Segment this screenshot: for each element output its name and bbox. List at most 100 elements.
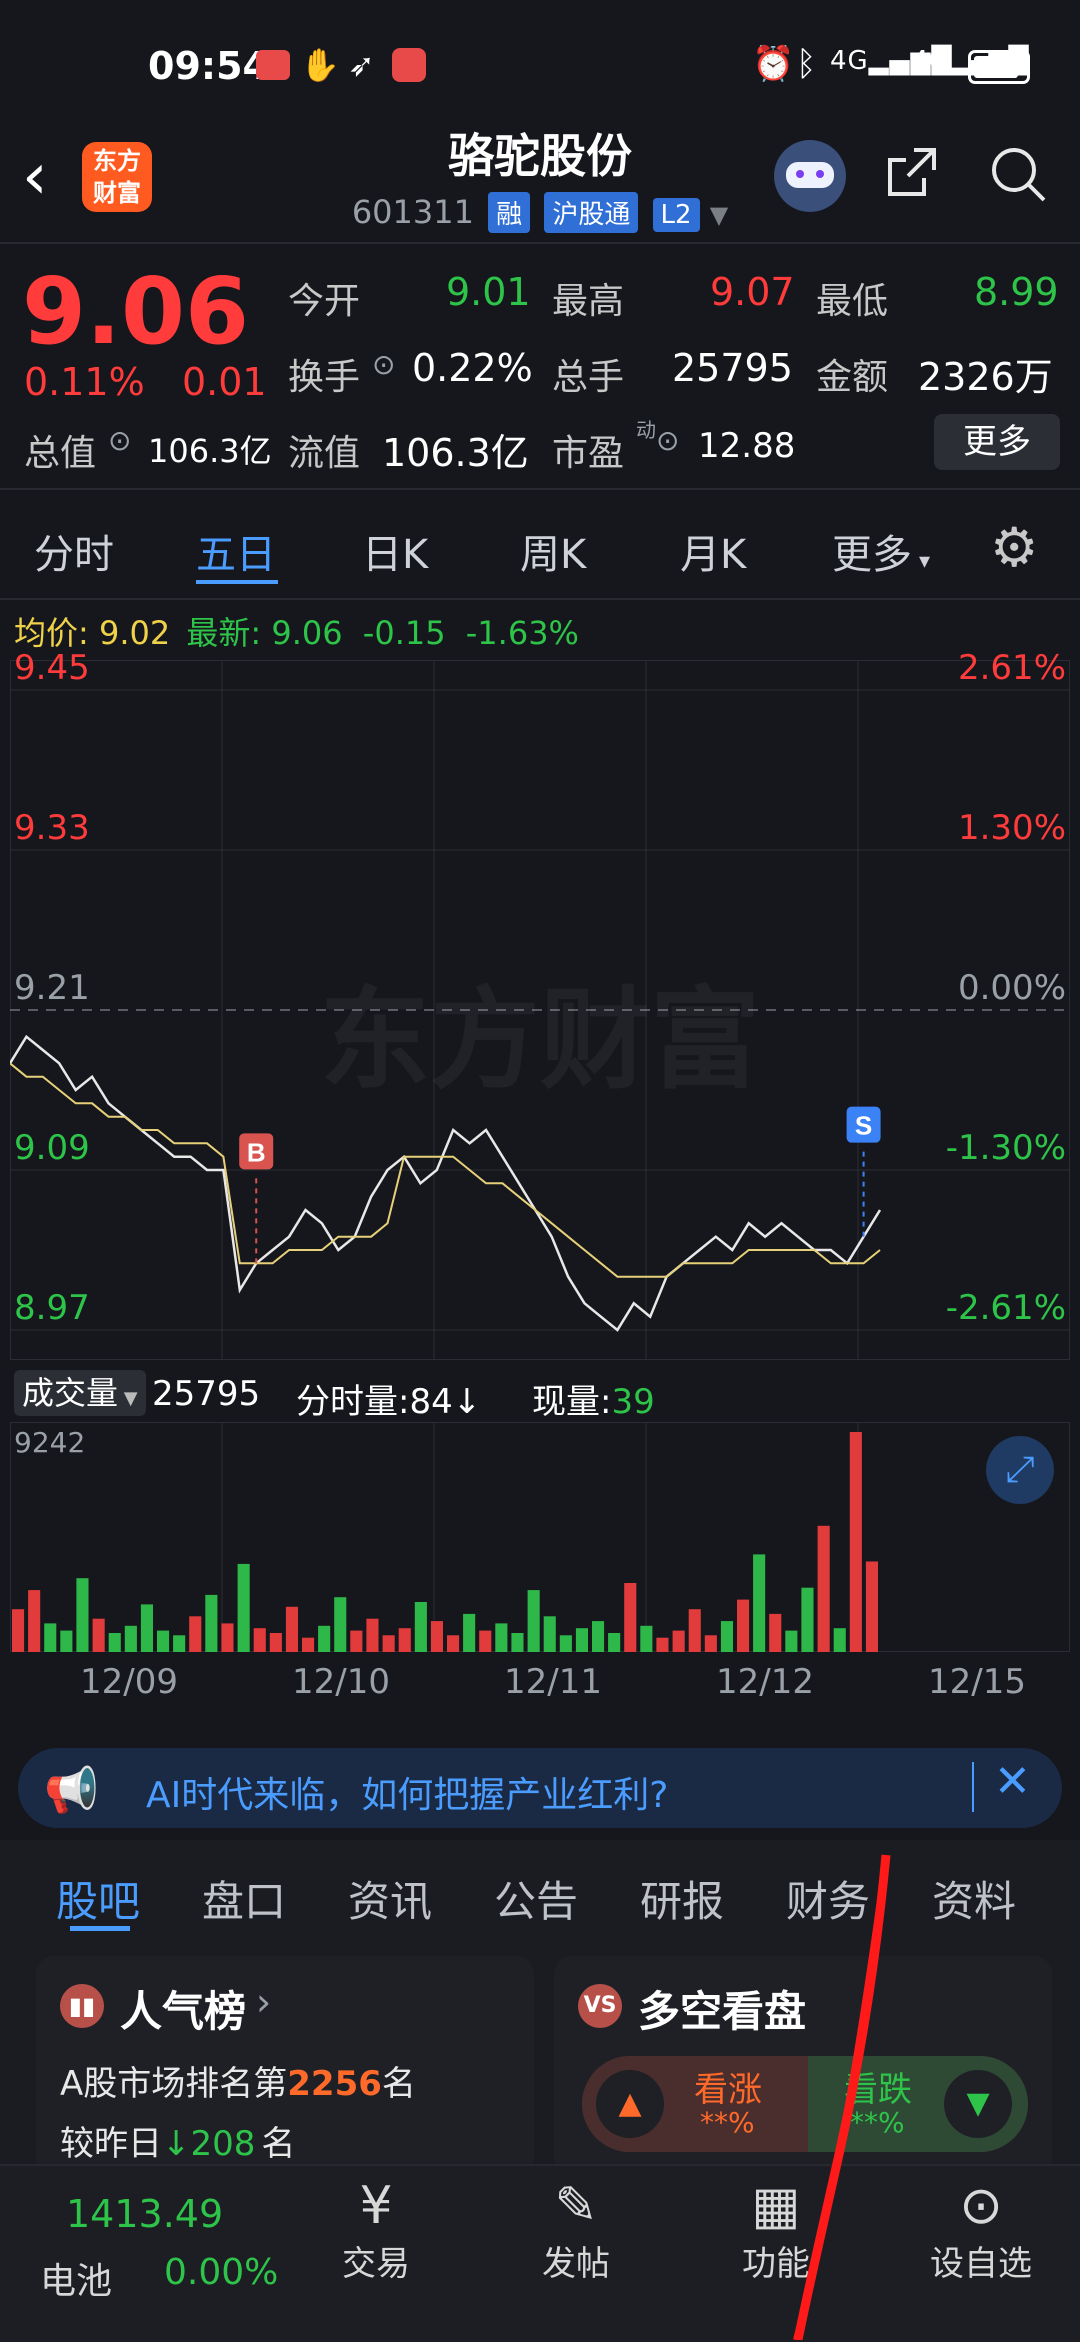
volume-value: 25795	[672, 346, 793, 390]
tab-research[interactable]: 研报	[640, 1868, 724, 1929]
rank-line: A股市场排名第2256名	[60, 2064, 416, 2104]
vs-title: 多空看盘	[638, 1987, 807, 2036]
nav-functions[interactable]: ▦ 功能	[716, 2176, 836, 2285]
volume-bar	[833, 1628, 846, 1652]
avg-label: 均价:	[14, 614, 89, 652]
robot-assistant-icon[interactable]	[774, 140, 846, 212]
volume-chart[interactable]: 9242 ⤢	[10, 1422, 1070, 1652]
volume-bar	[108, 1633, 121, 1652]
volume-bar	[366, 1618, 379, 1652]
volume-bar	[543, 1616, 556, 1652]
megaphone-icon: 📢	[44, 1765, 99, 1816]
settings-gear-icon[interactable]: ⚙	[990, 516, 1038, 579]
x-tick-label: 12/12	[716, 1662, 814, 1702]
volume-total: 25795	[152, 1374, 261, 1414]
x-tick-label: 12/15	[928, 1662, 1026, 1702]
close-icon[interactable]: ✕	[994, 1756, 1031, 1807]
popularity-card[interactable]: ▮▮ 人气榜 › A股市场排名第2256名 较昨日↓208 名	[36, 1956, 534, 2176]
volume-bar	[527, 1590, 540, 1652]
bull-bear-card[interactable]: VS 多空看盘 ▲ 看涨 **% 看跌 **% ▼	[554, 1956, 1052, 2176]
nav-functions-label: 功能	[742, 2244, 810, 2284]
tab-more[interactable]: 更多 ▾	[832, 522, 930, 580]
stock-code: 601311	[351, 193, 474, 231]
info-icon[interactable]: ⊙	[108, 424, 131, 457]
bear-vote-button[interactable]: ▼	[944, 2070, 1012, 2138]
latest-label: 最新:	[186, 614, 262, 652]
x-tick-label: 12/09	[80, 1662, 178, 1702]
volume-bar	[479, 1630, 492, 1652]
mktcap-label: 总值	[24, 433, 97, 474]
volume-bar	[704, 1635, 717, 1652]
volume-bar	[495, 1623, 508, 1652]
volume-bar	[318, 1625, 331, 1652]
expand-chart-icon[interactable]: ⤢	[986, 1436, 1054, 1504]
tick-volume: 分时量:84↓	[296, 1382, 482, 1422]
tab-news[interactable]: 资讯	[348, 1868, 432, 1929]
y-right-tick: 1.30%	[957, 808, 1066, 848]
status-bar: 09:54 ✋ ➶ ⏰ ᛒ 4G▂▄▆█ 4G▂▄▆█	[0, 0, 1080, 130]
tab-daily-k[interactable]: 日K	[362, 522, 428, 580]
volume-bar	[124, 1625, 137, 1652]
grid-icon: ▦	[751, 2176, 801, 2236]
tab-announcements[interactable]: 公告	[494, 1868, 578, 1929]
y-right-tick: -2.61%	[945, 1288, 1066, 1328]
volume-bar	[430, 1621, 443, 1652]
volume-bar	[205, 1594, 218, 1652]
chart-pct: -1.63%	[465, 614, 579, 652]
y-left-tick: 9.21	[14, 968, 90, 1008]
high-label: 最高	[552, 281, 625, 322]
volume-bar	[737, 1599, 750, 1652]
volume-bar	[253, 1628, 266, 1652]
y-left-tick: 9.45	[14, 648, 90, 688]
ad-text[interactable]: AI时代来临，如何把握产业红利?	[146, 1766, 668, 1818]
nav-post[interactable]: ✎ 发帖	[516, 2176, 636, 2285]
tab-indicator	[196, 580, 278, 584]
battery-icon	[968, 50, 1030, 84]
index-label[interactable]: 电池	[40, 2252, 112, 2304]
tab-profile[interactable]: 资料	[932, 1868, 1016, 1929]
y-left-tick: 8.97	[14, 1288, 90, 1328]
volume-bar	[817, 1525, 830, 1652]
bear-pct: **%	[850, 2106, 905, 2139]
share-icon[interactable]	[884, 144, 940, 200]
nav-add-watchlist[interactable]: ⊙ 设自选	[906, 2176, 1056, 2285]
volume-bar	[463, 1613, 476, 1652]
tab-intraday[interactable]: 分时	[34, 522, 114, 580]
hand-icon: ✋	[300, 46, 340, 84]
search-icon[interactable]	[988, 144, 1048, 204]
tab-monthly-k[interactable]: 月K	[680, 522, 746, 580]
vs-icon: VS	[578, 1984, 622, 2028]
low-label: 最低	[816, 281, 889, 322]
x-tick-label: 12/10	[292, 1662, 390, 1702]
volume-bar	[92, 1618, 105, 1652]
volume-selector[interactable]: 成交量 ▼	[14, 1370, 146, 1416]
volume-bar	[350, 1630, 363, 1652]
y-right-tick: 0.00%	[957, 968, 1066, 1008]
volume-bar	[28, 1590, 41, 1652]
amount-label: 金额	[816, 357, 889, 398]
x-tick-label: 12/11	[504, 1662, 602, 1702]
volume-bar	[302, 1637, 315, 1652]
tab-pankou[interactable]: 盘口	[202, 1868, 286, 1929]
volume-bar	[334, 1597, 347, 1652]
tab-five-day[interactable]: 五日	[196, 522, 276, 580]
tag-margin: 融	[488, 192, 531, 233]
volume-bar	[157, 1630, 170, 1652]
volume-bar	[447, 1635, 460, 1652]
tab-finance[interactable]: 财务	[786, 1868, 870, 1929]
info-icon[interactable]: ⊙	[372, 348, 395, 381]
info-icon[interactable]: ⊙	[656, 424, 679, 457]
more-button[interactable]: 更多	[934, 414, 1060, 470]
nav-trade[interactable]: ¥ 交易	[316, 2176, 436, 2285]
status-time: 09:54	[148, 44, 269, 88]
open-label: 今开	[288, 281, 361, 322]
tab-weekly-k[interactable]: 周K	[520, 522, 586, 580]
bull-vote-button[interactable]: ▲	[596, 2070, 664, 2138]
volume-bar	[237, 1563, 250, 1652]
price-chart[interactable]: B S 东方财富	[10, 660, 1070, 1360]
volume-bar	[60, 1630, 73, 1652]
volume-bar	[753, 1554, 766, 1652]
tab-guba[interactable]: 股吧	[56, 1868, 140, 1929]
ad-banner[interactable]: 📢 AI时代来临，如何把握产业红利? ✕	[18, 1748, 1062, 1828]
dropdown-icon: ▼	[709, 201, 729, 229]
